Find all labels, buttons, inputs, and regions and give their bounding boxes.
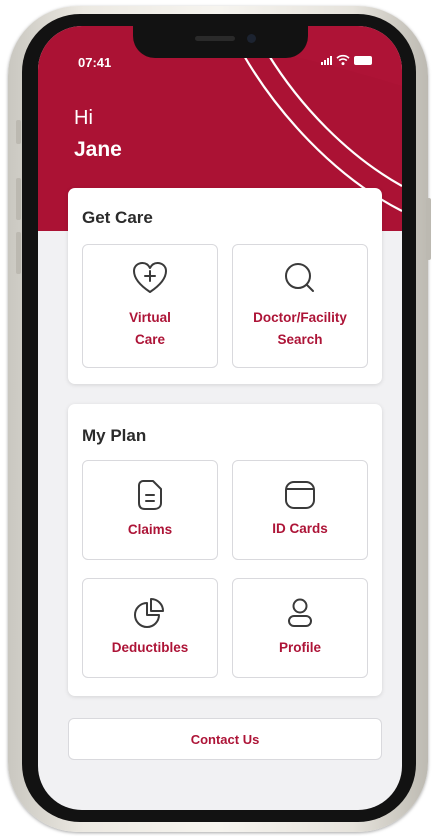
my-plan-title: My Plan — [82, 426, 147, 445]
user-icon — [288, 598, 312, 627]
camera — [247, 34, 256, 43]
card-icon — [285, 481, 315, 509]
profile-button[interactable]: Profile — [232, 578, 368, 678]
volume-down-button — [16, 232, 21, 274]
doctor-facility-search-button[interactable]: Doctor/Facility Search — [232, 244, 368, 368]
heart-plus-icon — [133, 262, 167, 293]
user-name: Jane — [74, 138, 122, 161]
document-icon — [138, 480, 162, 510]
deductibles-button[interactable]: Deductibles — [82, 578, 218, 678]
speaker — [195, 36, 235, 41]
deductibles-label: Deductibles — [111, 640, 189, 655]
greeting-hi: Hi — [74, 107, 93, 129]
claims-button[interactable]: Claims — [82, 460, 218, 560]
pie-chart-icon — [134, 598, 164, 628]
my-plan-card: My Plan Claims ID Cards Deductibles Prof… — [68, 404, 382, 696]
battery-icon — [354, 55, 372, 65]
signal-icon — [321, 55, 332, 65]
status-time: 07:41 — [78, 55, 112, 70]
search-icon — [285, 263, 314, 292]
contact-us-button[interactable]: Contact Us — [68, 718, 382, 760]
profile-label: Profile — [278, 640, 321, 655]
virtual-care-button[interactable]: Virtual Care — [82, 244, 218, 368]
get-care-title: Get Care — [82, 208, 153, 227]
wifi-icon — [336, 54, 350, 66]
id-cards-button[interactable]: ID Cards — [232, 460, 368, 560]
doctor-facility-search-label: Doctor/Facility Search — [253, 310, 347, 347]
get-care-card: Get Care Virtual Care Doctor/Facility Se… — [68, 188, 382, 384]
virtual-care-label: Virtual Care — [129, 310, 171, 347]
power-button — [426, 198, 431, 260]
notch — [133, 26, 308, 58]
id-cards-label: ID Cards — [272, 521, 328, 536]
app-screen: 07:41 Hi Jane Get Care Virtual Care Doct… — [38, 26, 402, 810]
claims-label: Claims — [127, 522, 173, 537]
side-button — [16, 120, 21, 144]
volume-up-button — [16, 178, 21, 220]
status-icons — [321, 54, 372, 66]
